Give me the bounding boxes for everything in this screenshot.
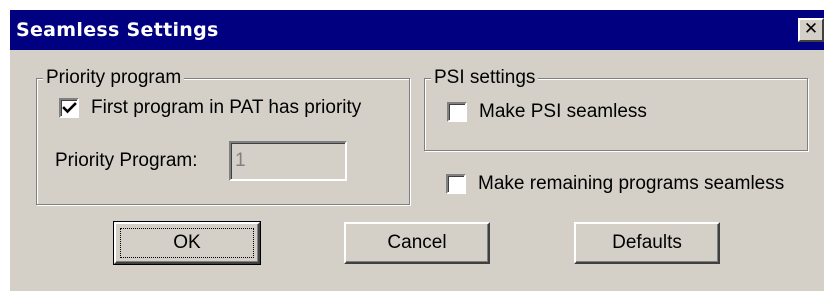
defaults-button[interactable]: Defaults — [574, 222, 720, 264]
close-button[interactable]: ✕ — [798, 18, 824, 42]
title-bar[interactable]: Seamless Settings ✕ — [10, 10, 824, 50]
priority-program-legend: Priority program — [43, 68, 185, 88]
cancel-button-label: Cancel — [387, 232, 447, 253]
ok-button[interactable]: OK — [113, 221, 261, 265]
psi-settings-group: PSI settings Make PSI seamless — [424, 68, 808, 151]
make-remaining-seamless-label: Make remaining programs seamless — [478, 173, 785, 194]
first-program-priority-label: First program in PAT has priority — [91, 97, 362, 118]
priority-program-input[interactable] — [229, 141, 347, 181]
priority-program-field-label: Priority Program: — [55, 150, 198, 171]
close-icon: ✕ — [803, 19, 819, 39]
checkmark-icon — [62, 102, 77, 114]
make-psi-seamless-checkbox-row[interactable]: Make PSI seamless — [447, 101, 707, 123]
make-psi-seamless-label: Make PSI seamless — [479, 101, 647, 122]
first-program-priority-checkbox-row[interactable]: First program in PAT has priority — [59, 97, 399, 119]
make-remaining-seamless-checkbox-row[interactable]: Make remaining programs seamless — [446, 173, 822, 195]
make-remaining-seamless-checkbox[interactable] — [446, 174, 466, 194]
ok-button-label: OK — [173, 232, 201, 253]
dialog-title: Seamless Settings — [16, 19, 219, 41]
cancel-button[interactable]: Cancel — [344, 222, 490, 264]
psi-settings-legend: PSI settings — [431, 68, 539, 88]
make-psi-seamless-checkbox[interactable] — [447, 102, 467, 122]
defaults-button-label: Defaults — [612, 232, 682, 253]
first-program-priority-checkbox[interactable] — [59, 98, 79, 118]
seamless-settings-dialog: Seamless Settings ✕ Priority program Fir… — [8, 8, 824, 291]
priority-program-group: Priority program First program in PAT ha… — [36, 68, 410, 205]
